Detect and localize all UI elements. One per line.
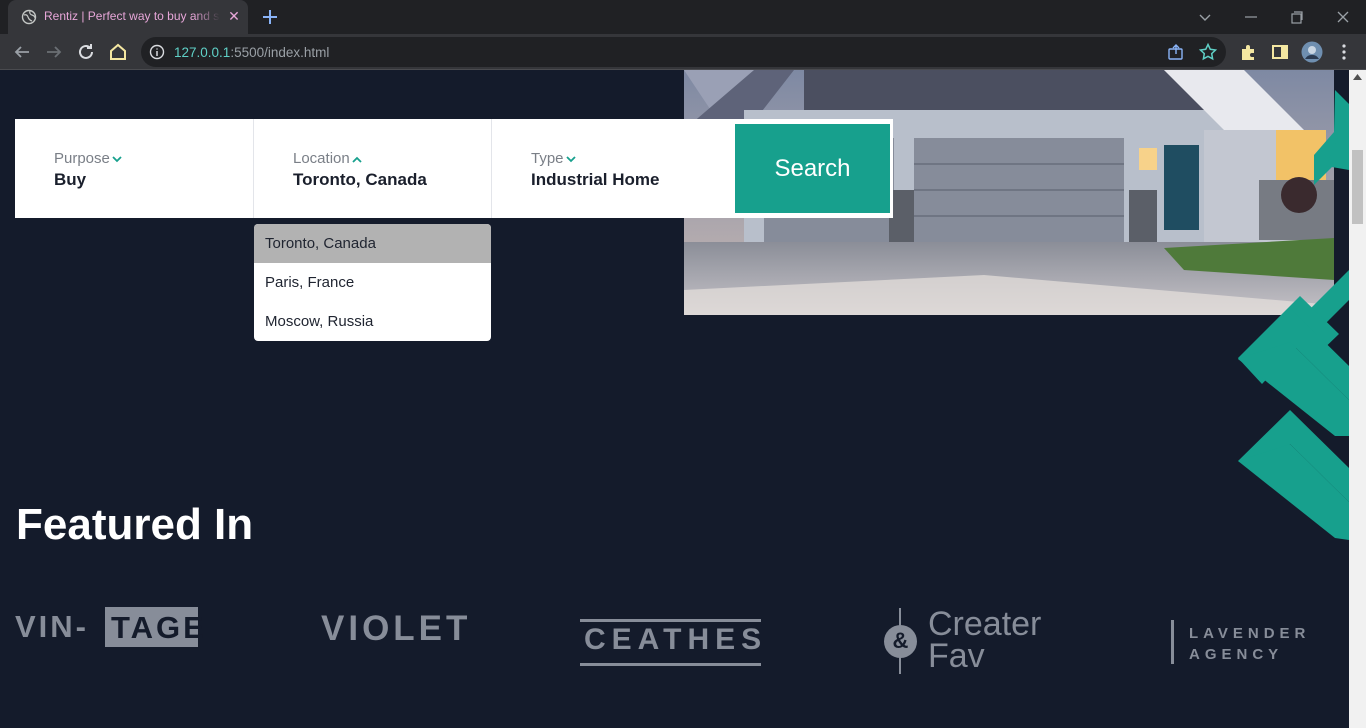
tab-title: Rentiz | Perfect way to buy and sell <box>44 9 220 23</box>
logo-vintage: VIN- TAGE <box>15 605 204 649</box>
purpose-value: Buy <box>54 170 87 189</box>
logo-vintage-text-a: VIN- <box>15 609 89 644</box>
logo-lavender-bar <box>1171 620 1174 664</box>
logo-creater-line1: Creater <box>928 605 1042 643</box>
browser-tab[interactable]: Rentiz | Perfect way to buy and sell ✕ <box>8 0 248 34</box>
logo-creater-ampersand: & <box>892 628 909 653</box>
side-panel-icon[interactable] <box>1269 41 1291 63</box>
logo-violet: VIOLET <box>321 605 467 649</box>
location-value: Toronto, Canada <box>293 170 427 189</box>
scroll-up-arrow-icon[interactable] <box>1353 74 1362 80</box>
globe-icon <box>21 9 37 25</box>
url-path: :5500/index.html <box>230 45 330 60</box>
featured-heading: Featured In <box>16 500 254 549</box>
property-search-panel: Purpose Buy Location Toronto, Canada Typ… <box>15 119 893 218</box>
logo-creater-fav: & Creater Fav <box>883 605 1053 676</box>
close-window-icon[interactable] <box>1331 5 1355 29</box>
dropdown-option-toronto[interactable]: Toronto, Canada <box>254 224 491 263</box>
dropdown-option-paris[interactable]: Paris, France <box>254 263 491 302</box>
scroll-thumb[interactable] <box>1352 150 1363 224</box>
address-bar[interactable]: 127.0.0.1:5500/index.html <box>141 37 1226 67</box>
decorative-chevrons <box>1238 90 1349 540</box>
bookmark-star-icon[interactable] <box>1198 42 1218 62</box>
chevron-down-icon <box>112 155 122 162</box>
logo-ceathes-rule-top <box>580 619 761 622</box>
new-tab-icon[interactable] <box>258 5 282 29</box>
chevron-down-icon <box>565 155 576 162</box>
logo-lavender-agency: LAVENDER AGENCY <box>1171 620 1331 666</box>
logo-lavender-line1: LAVENDER <box>1189 625 1311 642</box>
location-label: Location <box>293 150 362 167</box>
home-icon[interactable] <box>106 40 130 64</box>
logo-creater-text: Creater Fav <box>928 605 1042 675</box>
logo-lavender-line2: AGENCY <box>1189 646 1284 663</box>
logo-ceathes: CEATHES <box>580 605 762 666</box>
logo-ceathes-rule-bottom <box>580 663 761 666</box>
location-select[interactable]: Location Toronto, Canada <box>254 119 492 218</box>
location-label-text: Location <box>293 150 350 167</box>
type-value: Industrial Home <box>531 170 660 189</box>
share-icon[interactable] <box>1166 42 1186 62</box>
minimize-icon[interactable] <box>1239 5 1263 29</box>
browser-toolbar: 127.0.0.1:5500/index.html <box>0 34 1366 70</box>
logo-lavender-text: LAVENDER AGENCY <box>1189 623 1310 665</box>
logo-violet-text: VIOLET <box>321 609 472 648</box>
profile-avatar-icon[interactable] <box>1301 41 1323 63</box>
url-host: 127.0.0.1 <box>174 45 231 60</box>
search-button[interactable]: Search <box>735 124 890 213</box>
tab-search-chevron-icon[interactable] <box>1193 5 1217 29</box>
dropdown-option-moscow[interactable]: Moscow, Russia <box>254 302 491 341</box>
tab-close-icon[interactable]: ✕ <box>225 6 243 26</box>
reload-icon[interactable] <box>74 40 98 64</box>
restore-icon[interactable] <box>1285 5 1309 29</box>
logo-creater-line2: Fav <box>928 637 985 675</box>
logo-vintage-text-b: TAGE <box>111 610 207 645</box>
type-label-text: Type <box>531 150 564 167</box>
purpose-label-text: Purpose <box>54 150 110 167</box>
chevron-up-icon <box>352 156 362 163</box>
forward-icon[interactable] <box>42 40 66 64</box>
type-label: Type <box>531 150 576 167</box>
url-text: 127.0.0.1:5500/index.html <box>174 45 329 60</box>
page-scrollbar[interactable] <box>1349 70 1366 728</box>
menu-kebab-icon[interactable] <box>1333 41 1355 63</box>
browser-tab-strip: Rentiz | Perfect way to buy and sell ✕ <box>0 0 1366 34</box>
site-info-icon[interactable] <box>149 44 165 60</box>
location-dropdown: Toronto, Canada Paris, France Moscow, Ru… <box>254 224 491 341</box>
back-icon[interactable] <box>10 40 34 64</box>
logo-ceathes-text: CEATHES <box>584 623 768 656</box>
type-select[interactable]: Type Industrial Home <box>492 119 730 218</box>
purpose-select[interactable]: Purpose Buy <box>15 119 254 218</box>
purpose-label: Purpose <box>54 150 122 167</box>
page-viewport: Purpose Buy Location Toronto, Canada Typ… <box>0 70 1349 728</box>
extensions-icon[interactable] <box>1237 41 1259 63</box>
